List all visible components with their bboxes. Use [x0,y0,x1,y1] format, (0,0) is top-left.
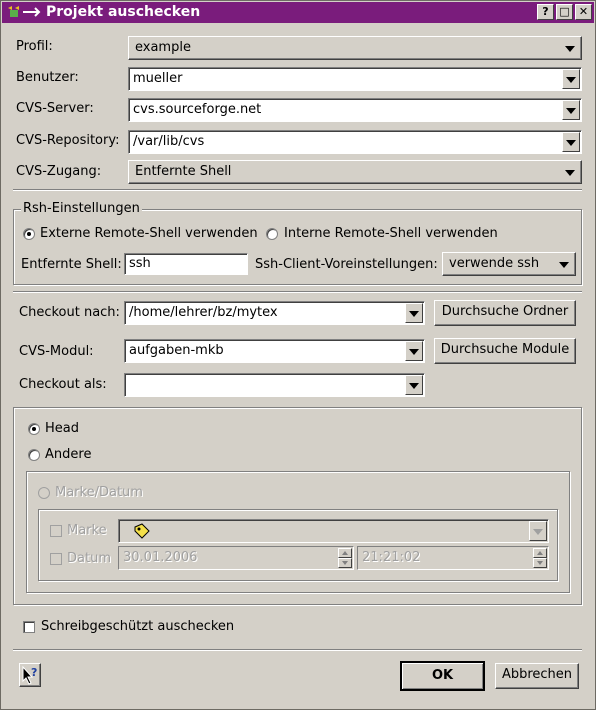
profil-value: example [135,40,191,55]
cvs-server-combo[interactable]: cvs.sourceforge.net [128,98,582,122]
benutzer-combo[interactable]: mueller [128,67,582,91]
date-value: 30.01.2006 [123,550,198,565]
cvs-modul-combo[interactable]: aufgaben-mkb [124,339,425,363]
chevron-down-icon[interactable] [405,303,423,323]
marke-label: Marke [67,523,107,538]
entfernte-shell-value: ssh [129,256,151,271]
browse-folder-button[interactable]: Durchsuche Ordner [434,300,576,326]
title-bar[interactable]: Projekt auschecken ? □ ✕ [2,2,594,23]
cvs-server-label: CVS-Server: [16,101,94,116]
ssh-client-label: Ssh-Client-Voreinstellungen: [255,257,438,272]
profil-label: Profil: [16,39,53,54]
cvs-zugang-label: CVS-Zugang: [16,164,102,179]
chevron-down-icon[interactable] [562,100,580,120]
readonly-checkbox[interactable] [23,621,35,633]
cvs-repository-combo[interactable]: /var/lib/cvs [128,130,582,154]
ssh-client-select[interactable]: verwende ssh [442,252,576,276]
spin-up-icon [533,548,547,558]
head-radio[interactable] [28,423,40,435]
window-title: Projekt auschecken [46,4,201,20]
time-spinbox[interactable]: 21:21:02 [357,546,549,570]
ssh-client-value: verwende ssh [449,256,540,271]
browse-modules-button[interactable]: Durchsuche Module [434,338,576,364]
externe-shell-radio[interactable] [23,228,35,240]
spin-down-icon [533,558,547,568]
chevron-down-icon[interactable] [405,341,423,361]
cvs-server-value: cvs.sourceforge.net [133,102,262,117]
chevron-down-icon[interactable] [405,375,423,395]
interne-shell-label[interactable]: Interne Remote-Shell verwenden [284,226,498,242]
readonly-label[interactable]: Schreibgeschützt auschecken [41,619,234,635]
checkout-als-combo[interactable] [124,373,425,397]
tag-icon [133,523,151,543]
ok-button[interactable]: OK [400,661,485,691]
svg-text:?: ? [31,666,37,679]
externe-shell-label[interactable]: Externe Remote-Shell verwenden [40,226,258,242]
chevron-down-icon [565,46,575,52]
andere-radio[interactable] [28,449,40,461]
checkout-nach-combo[interactable]: /home/lehrer/bz/mytex [124,301,425,325]
benutzer-label: Benutzer: [16,70,79,85]
whats-this-icon: ? [21,665,39,693]
maximize-icon[interactable]: □ [556,4,573,20]
andere-label[interactable]: Andere [45,447,91,463]
cvs-repository-value: /var/lib/cvs [133,134,205,149]
head-label[interactable]: Head [45,421,79,437]
help-icon[interactable]: ? [537,4,554,20]
cvs-repository-label: CVS-Repository: [16,133,120,148]
cvs-modul-value: aufgaben-mkb [129,343,224,358]
chevron-down-icon [529,521,547,541]
spin-up-icon [338,548,352,558]
app-icon [6,5,42,19]
chevron-down-icon [559,262,569,268]
separator [13,291,582,293]
checkout-nach-label: Checkout nach: [19,305,120,320]
cancel-button[interactable]: Abbrechen [495,663,579,689]
entfernte-shell-label: Entfernte Shell: [21,257,122,272]
checkout-als-label: Checkout als: [19,377,107,392]
interne-shell-radio[interactable] [266,228,278,240]
spin-down-icon [338,558,352,568]
cvs-zugang-value: Entfernte Shell [135,164,232,179]
checkout-dialog: Projekt auschecken ? □ ✕ Profil: example… [0,0,596,710]
time-value: 21:21:02 [362,550,421,565]
rsh-group-title: Rsh-Einstellungen [21,201,142,217]
checkout-nach-value: /home/lehrer/bz/mytex [129,305,278,320]
whats-this-button[interactable]: ? [19,663,41,687]
marke-datum-radio[interactable] [38,487,50,499]
chevron-down-icon[interactable] [562,132,580,152]
cvs-zugang-select[interactable]: Entfernte Shell [128,160,582,184]
chevron-down-icon [565,170,575,176]
date-spinbox[interactable]: 30.01.2006 [118,546,354,570]
marke-datum-label: Marke/Datum [55,485,143,500]
separator [13,189,582,191]
marke-checkbox[interactable] [50,525,62,537]
separator [13,649,582,651]
profil-select[interactable]: example [128,36,582,60]
marke-combo[interactable] [118,519,549,543]
close-icon[interactable]: ✕ [575,4,592,20]
benutzer-value: mueller [133,71,183,86]
chevron-down-icon[interactable] [562,69,580,89]
datum-label: Datum [67,551,111,566]
entfernte-shell-input[interactable]: ssh [124,253,248,275]
cvs-modul-label: CVS-Modul: [19,344,94,359]
datum-checkbox[interactable] [50,553,62,565]
